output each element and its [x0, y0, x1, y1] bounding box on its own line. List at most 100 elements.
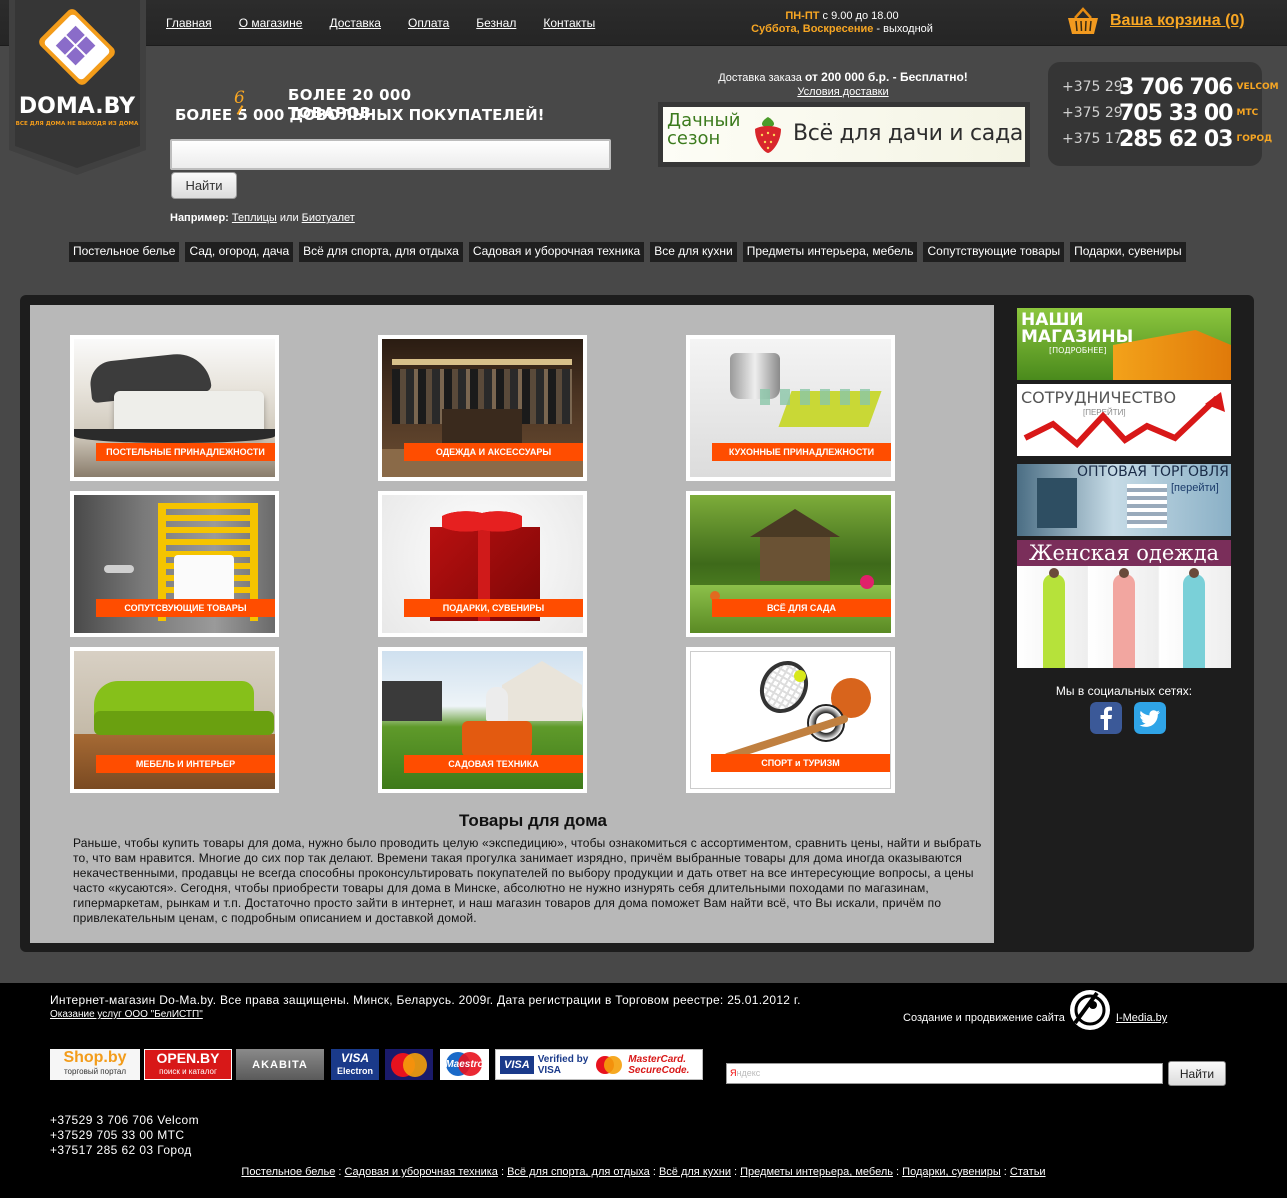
category-garden[interactable]: Сад, огород, дача: [185, 242, 294, 262]
imedia-link[interactable]: I-Media.by: [1116, 1012, 1167, 1024]
category-bedding[interactable]: Постельное белье: [69, 242, 180, 262]
mastercard-electronic-badge: [385, 1049, 433, 1080]
tile-label: ПОДАРКИ, СУВЕНИРЫ: [404, 599, 583, 617]
footer-phone: +37517 285 62 03 Город: [50, 1143, 192, 1157]
delivery-terms-link[interactable]: Условия доставки: [797, 86, 888, 98]
headline-line2: БОЛЕЕ 5 000 ДОВОЛЬНЫХ ПОКУПАТЕЛЕЙ!: [175, 106, 545, 124]
imedia-logo-icon[interactable]: [1067, 987, 1113, 1033]
footer-link-garden-equipment[interactable]: Садовая и уборочная техника: [344, 1166, 497, 1178]
tile-label: САДОВАЯ ТЕХНИКА: [404, 755, 583, 773]
facebook-icon[interactable]: [1090, 702, 1122, 734]
our-stores-banner[interactable]: НАШИ МАГАЗИНЫ [ПОДРОБНЕЕ]: [1017, 308, 1231, 380]
phone-box: +375 29 3 706 706 VELCOM +375 29 705 33 00 М…: [1048, 62, 1279, 166]
cart-link[interactable]: Ваша корзина (0): [1110, 12, 1245, 30]
category-interior[interactable]: Предметы интерьера, мебель: [742, 242, 918, 262]
tile-label: СПОРТ и ТУРИЗМ: [711, 754, 890, 772]
tile-label: ОДЕЖДА И АКСЕССУАРЫ: [404, 443, 583, 461]
free-delivery-text: от 200 000 б.р. - Бесплатно!: [804, 70, 968, 84]
footer-link-sport[interactable]: Всё для спорта, для отдыха: [507, 1166, 650, 1178]
tile-gifts[interactable]: ПОДАРКИ, СУВЕНИРЫ: [378, 491, 587, 637]
stores-sub: [ПОДРОБНЕЕ]: [1049, 346, 1107, 355]
wholesale-banner[interactable]: ОПТОВАЯ ТОРГОВЛЯ [перейти]: [1017, 464, 1231, 536]
search-input[interactable]: [170, 139, 611, 170]
footer-phone: +37529 3 706 706 Velcom: [50, 1113, 199, 1127]
nav-delivery-link[interactable]: Доставка: [329, 16, 381, 30]
site-creator: Создание и продвижение сайта I-Media.by: [903, 990, 1167, 1033]
tile-furniture[interactable]: МЕБЕЛЬ И ИНТЕРЬЕР: [70, 647, 279, 793]
tile-bedding[interactable]: ПОСТЕЛЬНЫЕ ПРИНАДЛЕЖНОСТИ: [70, 335, 279, 481]
struck-digit: 5: [237, 106, 248, 124]
category-related[interactable]: Сопутствующие товары: [923, 242, 1065, 262]
weekdays-label: ПН-ПТ: [785, 10, 820, 22]
delivery-info: Доставка заказа от 200 000 б.р. - Беспла…: [718, 70, 968, 98]
example-link-greenhouses[interactable]: Теплицы: [232, 212, 277, 224]
tile-label: МЕБЕЛЬ И ИНТЕРЬЕР: [96, 755, 275, 773]
service-provider-link[interactable]: Оказание услуг ООО "БелИСТП": [50, 1009, 203, 1020]
nav-about-link[interactable]: О магазине: [239, 16, 303, 30]
weekdays-time: с 9.00 до 18.00: [819, 10, 899, 22]
phone-city: +375 17 285 62 03 ГОРОД: [1062, 126, 1273, 152]
footer-links: Постельное белье : Садовая и уборочная т…: [241, 1166, 1046, 1178]
shop-by-badge[interactable]: Shop.by торговый портал: [50, 1049, 140, 1080]
cart[interactable]: Ваша корзина (0): [1066, 6, 1245, 36]
footer-link-interior[interactable]: Предметы интерьера, мебель: [740, 1166, 893, 1178]
footer-phones: +37529 3 706 706 Velcom +37529 705 33 00…: [50, 1113, 199, 1158]
section-text: Раньше, чтобы купить товары для дома, ну…: [73, 836, 982, 925]
open-by-badge[interactable]: OPEN.BY поиск и каталог: [144, 1049, 232, 1080]
tile-label: СОПУТСВУЮЩИЕ ТОВАРЫ: [96, 599, 275, 617]
tile-garden-equipment[interactable]: САДОВАЯ ТЕХНИКА: [378, 647, 587, 793]
tile-clothing[interactable]: ОДЕЖДА И АКСЕССУАРЫ: [378, 335, 587, 481]
example-link-biotoilet[interactable]: Биотуалет: [302, 212, 355, 224]
yandex-search-input[interactable]: Яндекс: [726, 1063, 1163, 1084]
nav-contacts-link[interactable]: Контакты: [543, 16, 595, 30]
search-example: Например: Теплицы или Биотуалет: [170, 212, 355, 224]
nav-payment-link[interactable]: Оплата: [408, 16, 449, 30]
tile-label: ВСЁ ДЛЯ САДА: [712, 599, 891, 617]
women-clothing-title: Женская одежда: [1028, 541, 1220, 565]
category-sport[interactable]: Всё для спорта, для отдыха: [299, 242, 463, 262]
category-kitchen[interactable]: Все для кухни: [650, 242, 737, 262]
strawberry-icon: [755, 117, 781, 153]
footer-link-gifts[interactable]: Подарки, сувениры: [902, 1166, 1001, 1178]
working-hours: ПН-ПТ с 9.00 до 18.00 Суббота, Воскресен…: [742, 10, 942, 36]
tile-label: ПОСТЕЛЬНЫЕ ПРИНАДЛЕЖНОСТИ: [96, 443, 275, 461]
corrected-digit: 6: [234, 88, 245, 108]
wholesale-sub: [перейти]: [1171, 482, 1219, 494]
stores-title-2: МАГАЗИНЫ: [1021, 327, 1134, 347]
footer-link-kitchen[interactable]: Всё для кухни: [659, 1166, 731, 1178]
cooperation-banner[interactable]: СОТРУДНИЧЕСТВО [ПЕРЕЙТИ]: [1017, 384, 1231, 456]
social-label: Мы в социальных сетях:: [1055, 684, 1193, 698]
category-gifts[interactable]: Подарки, сувениры: [1070, 242, 1186, 262]
tile-sport[interactable]: СПОРТ и ТУРИЗМ: [686, 647, 895, 793]
weekend-text: - выходной: [873, 23, 933, 35]
phone-mts: +375 29 705 33 00 МТС: [1062, 100, 1259, 126]
search-button[interactable]: Найти: [171, 172, 237, 199]
dacha-banner-title: Дачный сезон: [667, 110, 741, 149]
dacha-banner-slogan: Всё для дачи и сада: [793, 121, 1024, 146]
doma-by-logo[interactable]: DOMA.BY ВСЕ ДЛЯ ДОМА НЕ ВЫХОДЯ ИЗ ДОМА: [9, 0, 146, 175]
nav-cashless-link[interactable]: Безнал: [476, 16, 516, 30]
logo-text: DOMA.BY: [19, 94, 136, 119]
tile-garden[interactable]: ВСЁ ДЛЯ САДА: [686, 491, 895, 637]
basket-icon[interactable]: [1066, 6, 1100, 36]
twitter-icon[interactable]: [1134, 702, 1166, 734]
footer-link-bedding[interactable]: Постельное белье: [241, 1166, 335, 1178]
women-clothing-banner[interactable]: Женская одежда: [1017, 540, 1231, 668]
logo-tagline: ВСЕ ДЛЯ ДОМА НЕ ВЫХОДЯ ИЗ ДОМА: [16, 121, 139, 127]
wholesale-title: ОПТОВАЯ ТОРГОВЛЯ: [1077, 464, 1229, 480]
akavita-badge[interactable]: AKABITA: [236, 1049, 324, 1080]
top-nav: Главная О магазине Доставка Оплата Безна…: [166, 16, 622, 30]
category-bar: Постельное белье Сад, огород, дача Всё д…: [69, 242, 1192, 262]
dacha-season-banner[interactable]: Дачный сезон Всё для дачи и сада: [658, 102, 1030, 167]
tile-kitchen[interactable]: КУХОННЫЕ ПРИНАДЛЕЖНОСТИ: [686, 335, 895, 481]
growth-arrow-icon: [1023, 392, 1225, 449]
tile-related[interactable]: СОПУТСВУЮЩИЕ ТОВАРЫ: [70, 491, 279, 637]
verified-by-visa-badge: VISA Verified by VISA MasterCard. SecureCo…: [495, 1049, 703, 1080]
category-garden-equipment[interactable]: Садовая и уборочная техника: [468, 242, 645, 262]
visa-electron-badge: VISA Electron: [331, 1049, 379, 1080]
phone-velcom: +375 29 3 706 706 VELCOM: [1062, 74, 1279, 100]
nav-home-link[interactable]: Главная: [166, 16, 212, 30]
footer-link-articles[interactable]: Статьи: [1010, 1166, 1046, 1178]
yandex-search-button[interactable]: Найти: [1168, 1061, 1226, 1086]
tile-label: КУХОННЫЕ ПРИНАДЛЕЖНОСТИ: [712, 443, 891, 461]
